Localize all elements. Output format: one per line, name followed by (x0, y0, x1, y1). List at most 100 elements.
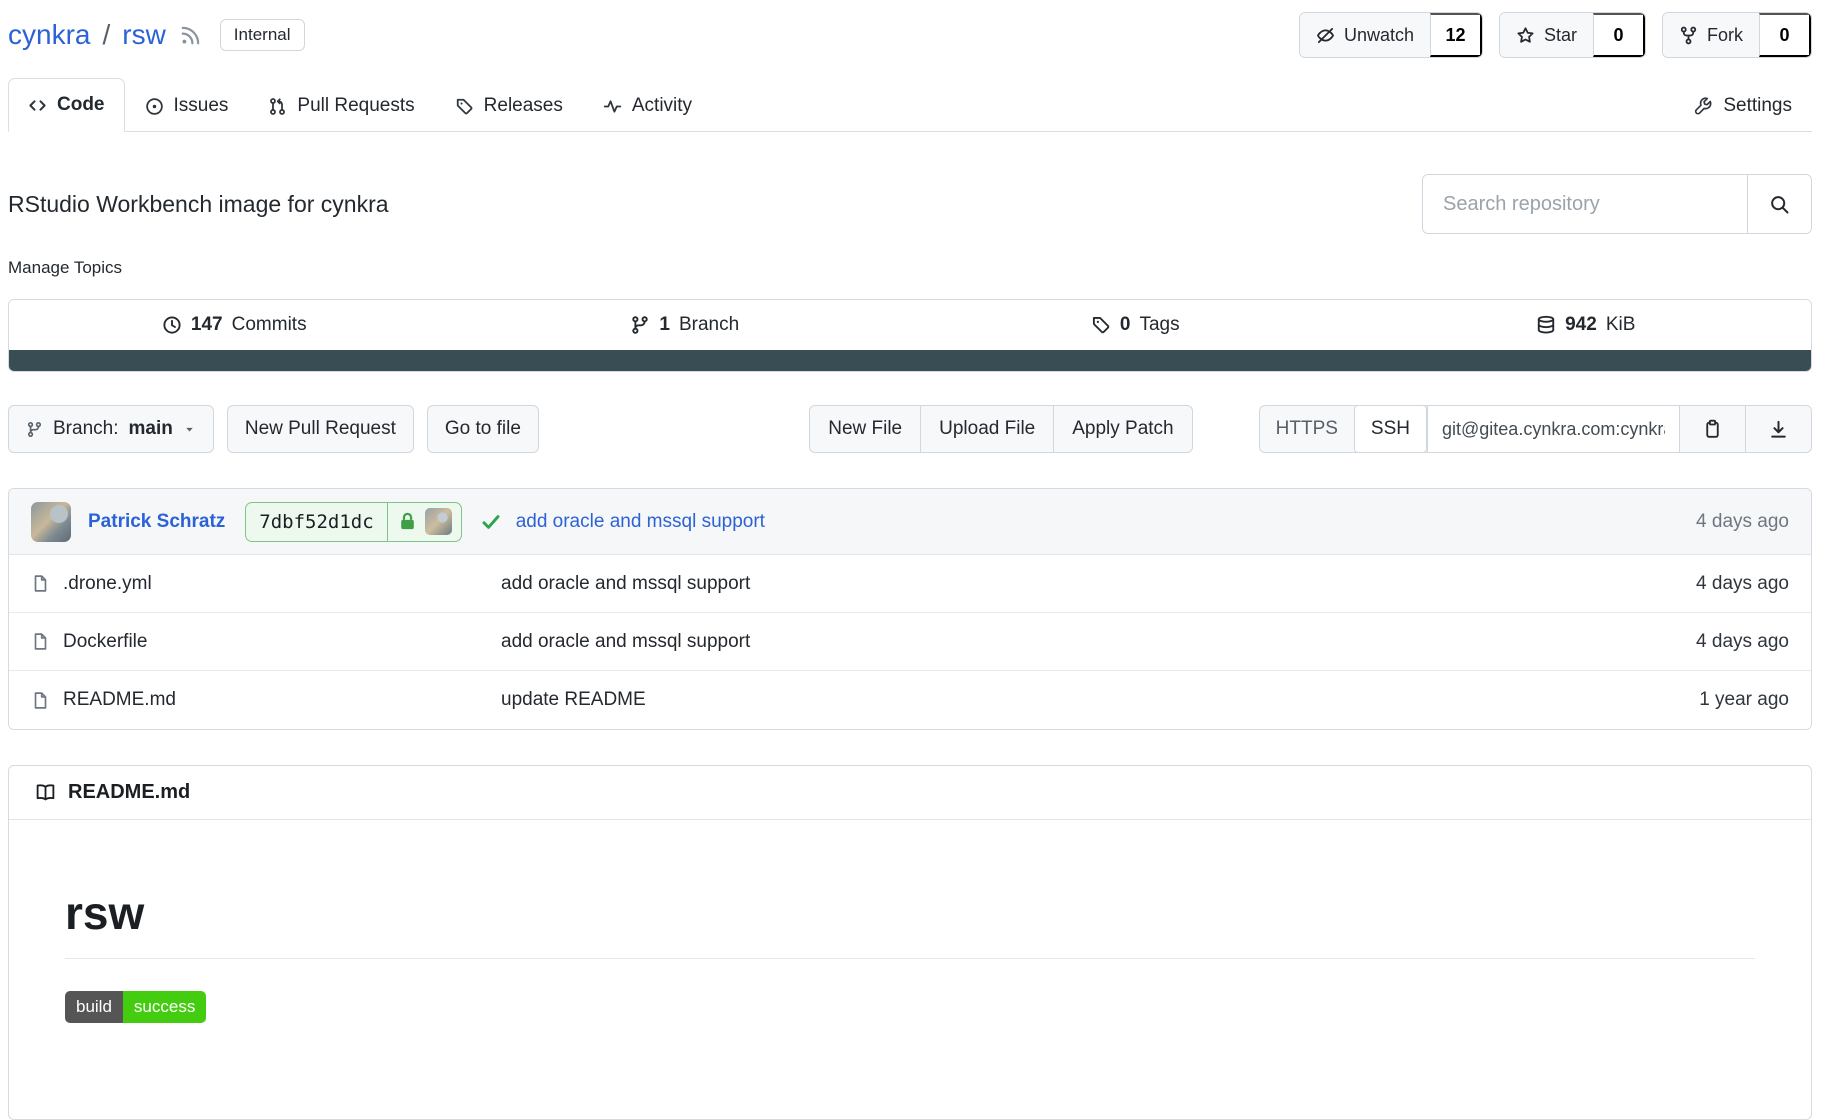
tab-pull-requests[interactable]: Pull Requests (248, 79, 434, 132)
repo-stats: 147 Commits 1 Branch (8, 299, 1812, 372)
repo-link[interactable]: rsw (122, 19, 166, 51)
tab-settings-label: Settings (1723, 95, 1792, 117)
commit-status-check-icon[interactable] (480, 511, 502, 533)
tab-issues-label: Issues (174, 95, 229, 117)
commit-sha-badge[interactable]: 7dbf52d1dc (245, 502, 461, 542)
file-link[interactable]: Dockerfile (31, 631, 501, 653)
go-to-file-button[interactable]: Go to file (427, 405, 539, 453)
new-pull-request-button[interactable]: New Pull Request (227, 405, 414, 453)
commit-sha: 7dbf52d1dc (246, 511, 386, 533)
commit-signature (387, 503, 461, 541)
tags-icon (1091, 315, 1111, 335)
tab-settings[interactable]: Settings (1674, 79, 1812, 132)
commits-count: 147 (191, 314, 223, 336)
signer-avatar (425, 508, 452, 535)
wrench-icon (1694, 97, 1713, 116)
commit-date: 4 days ago (1696, 511, 1789, 533)
file-date: 4 days ago (1696, 573, 1789, 595)
build-status-badge[interactable]: build success (65, 991, 206, 1023)
commit-message-link[interactable]: add oracle and mssql support (516, 511, 765, 533)
file-name-label: README.md (63, 689, 176, 711)
branch-dropdown[interactable]: Branch: main (8, 405, 214, 453)
language-bar[interactable] (9, 350, 1811, 371)
download-button[interactable] (1745, 406, 1811, 452)
tab-code[interactable]: Code (8, 78, 125, 132)
rss-icon[interactable] (180, 24, 202, 46)
file-actions-group: New File Upload File Apply Patch (809, 405, 1192, 453)
clone-url-input[interactable] (1427, 406, 1679, 452)
file-commit-message-link[interactable]: update README (501, 689, 646, 711)
stat-tags[interactable]: 0 Tags (910, 314, 1361, 336)
search-button[interactable] (1747, 175, 1811, 233)
clone-panel: HTTPS SSH (1259, 405, 1812, 453)
star-button[interactable]: Star (1500, 13, 1593, 57)
file-commit-message-link[interactable]: add oracle and mssql support (501, 573, 750, 595)
branches-label: Branch (679, 314, 739, 336)
fork-button[interactable]: Fork (1663, 13, 1759, 57)
file-link[interactable]: README.md (31, 689, 501, 711)
stat-branches[interactable]: 1 Branch (460, 314, 911, 336)
go-to-file-label: Go to file (445, 418, 521, 440)
table-row: Dockerfile add oracle and mssql support … (9, 613, 1811, 671)
fork-icon (1679, 26, 1698, 45)
file-name-label: Dockerfile (63, 631, 147, 653)
new-file-button[interactable]: New File (810, 406, 920, 452)
star-label: Star (1544, 25, 1577, 46)
file-commit-message-link[interactable]: add oracle and mssql support (501, 631, 750, 653)
author-avatar[interactable] (31, 502, 71, 542)
unwatch-button[interactable]: Unwatch (1300, 13, 1430, 57)
search-input[interactable] (1423, 175, 1747, 233)
owner-link[interactable]: cynkra (8, 19, 90, 51)
tab-issues[interactable]: Issues (125, 79, 249, 132)
file-date: 4 days ago (1696, 631, 1789, 653)
repo-actions: Unwatch 12 Star 0 (1299, 12, 1812, 58)
commits-label: Commits (232, 314, 307, 336)
readme-heading: rsw (65, 886, 1755, 959)
branch-icon (26, 421, 43, 438)
file-icon (31, 574, 50, 593)
unwatch-label: Unwatch (1344, 25, 1414, 46)
tab-releases[interactable]: Releases (435, 79, 583, 132)
file-table: Patrick Schratz 7dbf52d1dc (8, 488, 1812, 730)
watch-count[interactable]: 12 (1430, 13, 1482, 57)
star-icon (1516, 26, 1535, 45)
size-unit: KiB (1606, 314, 1636, 336)
pull-request-icon (268, 97, 287, 116)
activity-icon (603, 97, 622, 116)
badge-label: build (65, 991, 123, 1023)
https-toggle[interactable]: HTTPS (1260, 406, 1354, 452)
upload-file-button[interactable]: Upload File (920, 406, 1053, 452)
fork-label: Fork (1707, 25, 1743, 46)
file-link[interactable]: .drone.yml (31, 573, 501, 595)
tab-activity-label: Activity (632, 95, 692, 117)
table-row: README.md update README 1 year ago (9, 671, 1811, 729)
code-icon (28, 96, 47, 115)
repo-title: cynkra / rsw (8, 19, 202, 51)
stat-size: 942 KiB (1361, 314, 1812, 336)
apply-patch-button[interactable]: Apply Patch (1053, 406, 1191, 452)
commit-author-link[interactable]: Patrick Schratz (88, 511, 225, 533)
file-icon (31, 691, 50, 710)
copy-url-button[interactable] (1679, 406, 1745, 452)
readme-content: rsw build success (9, 820, 1811, 1119)
star-count[interactable]: 0 (1593, 13, 1645, 57)
visibility-badge: Internal (220, 19, 305, 51)
repo-description: RStudio Workbench image for cynkra (8, 191, 389, 218)
description-row: RStudio Workbench image for cynkra (8, 174, 1812, 234)
readme-filename: README.md (68, 781, 190, 804)
stat-commits[interactable]: 147 Commits (9, 314, 460, 336)
star-group: Star 0 (1499, 12, 1646, 58)
fork-count[interactable]: 0 (1759, 13, 1811, 57)
latest-commit-row: Patrick Schratz 7dbf52d1dc (9, 489, 1811, 555)
repo-search (1422, 174, 1812, 234)
file-name-label: .drone.yml (63, 573, 152, 595)
tab-activity[interactable]: Activity (583, 79, 712, 132)
ssh-toggle[interactable]: SSH (1354, 405, 1427, 453)
download-icon (1768, 419, 1789, 440)
repo-page: cynkra / rsw Internal (8, 0, 1812, 1120)
new-pull-request-label: New Pull Request (245, 418, 396, 440)
title-separator: / (100, 19, 112, 51)
table-row: .drone.yml add oracle and mssql support … (9, 555, 1811, 613)
manage-topics-link[interactable]: Manage Topics (8, 258, 122, 278)
history-icon (162, 315, 182, 335)
